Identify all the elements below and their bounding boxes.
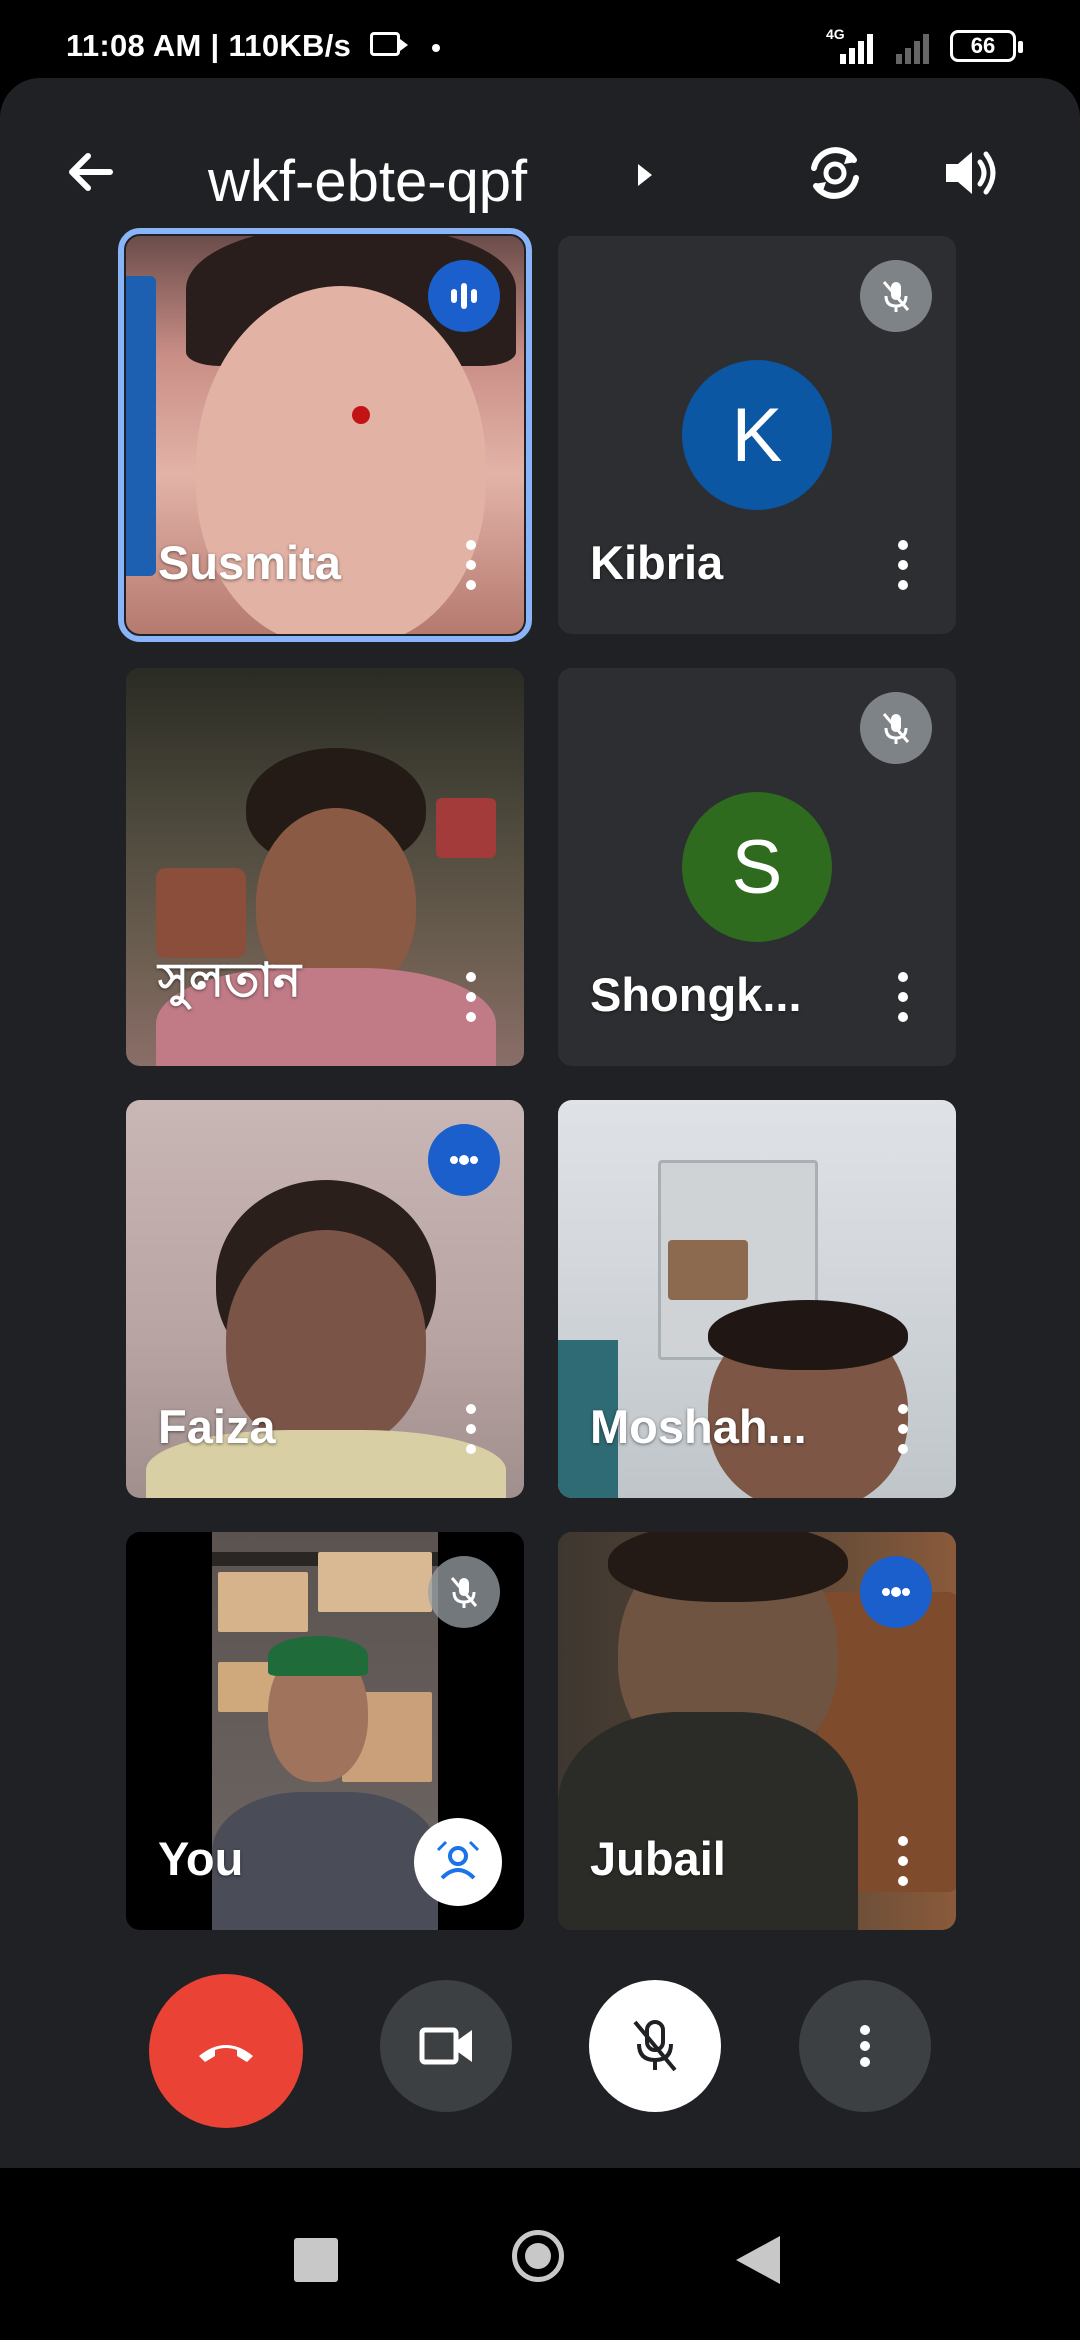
camera-button[interactable] bbox=[380, 1980, 512, 2112]
audio-dots-icon bbox=[428, 1124, 500, 1196]
end-call-icon bbox=[199, 2045, 253, 2062]
participant-name: Shongk... bbox=[590, 968, 802, 1021]
mic-off-icon bbox=[860, 260, 932, 332]
participant-tile-moshah[interactable]: Moshah... bbox=[558, 1100, 956, 1498]
more-options-icon[interactable] bbox=[464, 1404, 478, 1460]
participant-tile-kibria[interactable]: K Kibria bbox=[558, 236, 956, 634]
more-options-icon[interactable] bbox=[896, 540, 910, 596]
switch-camera-icon bbox=[811, 147, 859, 199]
meet-app: wkf-ebte-qpf Susmita K Kibria সুলতান S S… bbox=[0, 78, 1080, 2168]
speaker-icon bbox=[946, 151, 996, 195]
recents-button[interactable] bbox=[294, 2238, 338, 2282]
audio-dots-icon bbox=[860, 1556, 932, 1628]
back-arrow-icon bbox=[69, 153, 113, 191]
call-controls bbox=[0, 1974, 1080, 2140]
audio-output-button[interactable] bbox=[936, 138, 1016, 208]
participant-name: Susmita bbox=[158, 536, 341, 589]
participant-name: Faiza bbox=[158, 1400, 276, 1453]
notification-dot-icon bbox=[432, 44, 440, 52]
more-options-icon[interactable] bbox=[896, 1836, 910, 1892]
participant-tile-faiza[interactable]: Faiza bbox=[126, 1100, 524, 1498]
more-options-icon[interactable] bbox=[896, 972, 910, 1028]
end-call-button[interactable] bbox=[149, 1974, 303, 2128]
participant-tile-jubail[interactable]: Jubail bbox=[558, 1532, 956, 1930]
participant-name: You bbox=[158, 1832, 244, 1885]
more-options-button[interactable] bbox=[799, 1980, 931, 2112]
mic-off-icon bbox=[428, 1556, 500, 1628]
participant-name: Kibria bbox=[590, 536, 724, 589]
meeting-code[interactable]: wkf-ebte-qpf bbox=[208, 148, 527, 215]
screen-record-icon bbox=[370, 32, 408, 56]
chevron-right-icon[interactable] bbox=[638, 164, 652, 186]
avatar: K bbox=[682, 360, 832, 510]
mic-off-icon bbox=[860, 692, 932, 764]
back-nav-button[interactable] bbox=[736, 2236, 780, 2284]
participant-tile-shongk[interactable]: S Shongk... bbox=[558, 668, 956, 1066]
participant-name: Jubail bbox=[590, 1832, 726, 1885]
participant-name: Moshah... bbox=[590, 1400, 807, 1453]
speaking-indicator-icon bbox=[428, 260, 500, 332]
top-bar: wkf-ebte-qpf bbox=[0, 118, 1080, 228]
participant-tile-susmita[interactable]: Susmita bbox=[118, 228, 532, 642]
more-vert-icon bbox=[860, 2025, 870, 2067]
signal-strength-icon bbox=[840, 34, 873, 64]
battery-indicator: 66 bbox=[950, 30, 1023, 62]
back-button[interactable] bbox=[60, 142, 140, 202]
visual-effects-icon bbox=[436, 1840, 480, 1880]
signal-strength-2-icon bbox=[896, 34, 929, 64]
avatar: S bbox=[682, 792, 832, 942]
status-time: 11:08 AM | 110KB/s bbox=[66, 28, 352, 63]
more-options-icon[interactable] bbox=[896, 1404, 910, 1460]
participant-tile-self[interactable]: You bbox=[126, 1532, 524, 1930]
more-options-icon[interactable] bbox=[464, 540, 478, 596]
system-navigation-bar bbox=[0, 2168, 1080, 2340]
background-effects-button[interactable] bbox=[414, 1818, 502, 1906]
status-bar: 11:08 AM | 110KB/s 4G 66 bbox=[0, 0, 1080, 84]
microphone-button[interactable] bbox=[589, 1980, 721, 2112]
more-options-icon[interactable] bbox=[464, 972, 478, 1028]
participant-tile-sultan[interactable]: সুলতান bbox=[126, 668, 524, 1066]
video-feed bbox=[212, 1532, 438, 1930]
mic-off-icon bbox=[633, 2020, 677, 2072]
camera-icon bbox=[419, 2027, 472, 2065]
participant-name: সুলতান bbox=[158, 953, 302, 1006]
home-button[interactable] bbox=[512, 2230, 564, 2282]
switch-camera-button[interactable] bbox=[800, 138, 880, 208]
